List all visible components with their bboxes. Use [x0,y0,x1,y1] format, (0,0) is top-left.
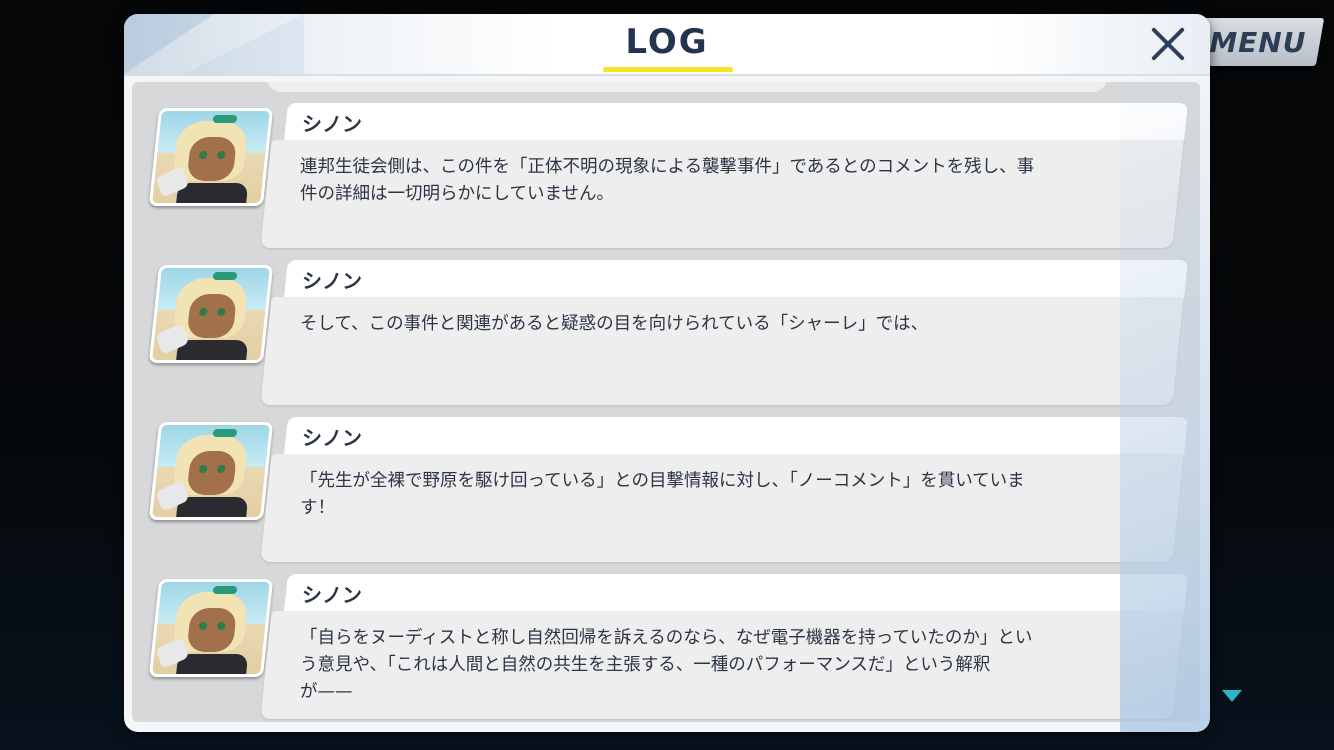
speaker-avatar [148,422,274,520]
speaker-name: シノン [302,112,362,136]
menu-label: MENU [1209,26,1307,59]
log-entry: シノン 「自らをヌーディストと称し自然回帰を訴えるのなら、なぜ電子機器を持ってい… [132,573,1200,722]
page-title: LOG [625,22,709,62]
close-icon[interactable] [1148,24,1188,64]
title-underline [603,67,733,72]
speaker-name: シノン [302,269,362,293]
log-entry: シノン 連邦生徒会側は、この件を「正体不明の現象による襲撃事件」であるとのコメン… [132,102,1200,252]
log-entry: シノン 「先生が全裸で野原を駆け回っている」との目撃情報に対し、「ノーコメント」… [132,416,1200,566]
log-scroll-area[interactable]: シノン 連邦生徒会側は、この件を「正体不明の現象による襲撃事件」であるとのコメン… [132,82,1200,722]
dialogue-text: そして、この事件と関連があると疑惑の目を向けられている「シャーレ」では、 [300,314,929,334]
dialogue-text: 連邦生徒会側は、この件を「正体不明の現象による襲撃事件」であるとのコメントを残し… [300,157,1035,204]
dialogue-text: 「自らをヌーディストと称し自然回帰を訴えるのなら、なぜ電子機器を持っていたのか」… [300,628,1033,702]
log-panel: LOG シノン 連邦生徒会側は、この件を「正体不明の現象による襲撃事件」であると… [124,14,1210,732]
speaker-avatar [148,108,274,206]
speaker-avatar [148,265,274,363]
menu-button[interactable]: MENU [1191,18,1325,66]
scroll-down-icon[interactable] [1222,690,1242,702]
log-header: LOG [124,14,1210,76]
log-entry: シノン そして、この事件と関連があると疑惑の目を向けられている「シャーレ」では、 [132,259,1200,409]
previous-entry-partial [267,82,1107,92]
speaker-avatar [148,579,274,677]
dialogue-text: 「先生が全裸で野原を駆け回っている」との目撃情報に対し、「ノーコメント」を貫いて… [300,471,1025,518]
speaker-name: シノン [302,583,362,607]
speaker-name: シノン [302,426,362,450]
